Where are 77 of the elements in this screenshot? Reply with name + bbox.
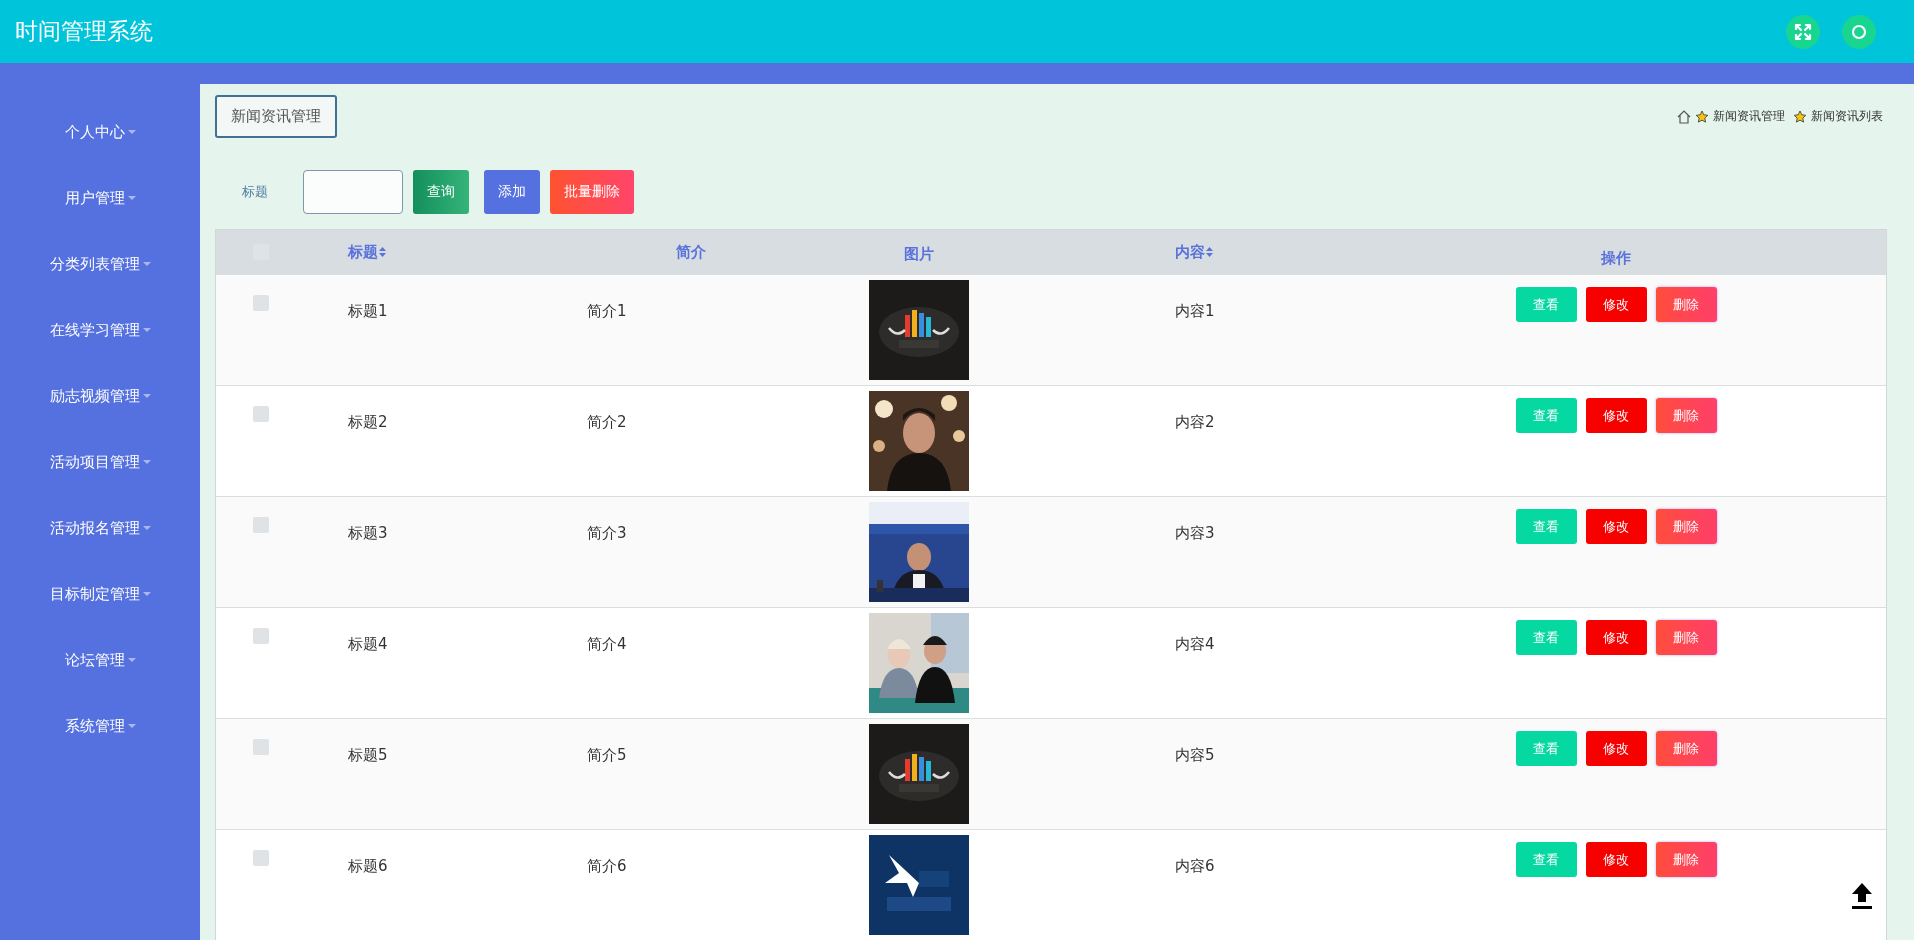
caret-icon bbox=[142, 460, 151, 464]
delete-button[interactable]: 批量删除 bbox=[550, 170, 634, 214]
caret-icon bbox=[127, 130, 136, 134]
sidebar-item[interactable]: 用户管理 bbox=[0, 165, 200, 231]
checkbox[interactable] bbox=[253, 850, 269, 866]
delete-button[interactable]: 删除 bbox=[1655, 287, 1717, 322]
home-icon[interactable] bbox=[1677, 109, 1691, 124]
edit-button[interactable]: 修改 bbox=[1585, 287, 1647, 322]
table-cell-text: 标题5 bbox=[347, 745, 389, 766]
sidebar-item[interactable]: 在线学习管理 bbox=[0, 297, 200, 363]
sidebar-item[interactable]: 个人中心 bbox=[0, 99, 200, 165]
sidebar-item[interactable]: 活动项目管理 bbox=[0, 429, 200, 495]
table-cell-text: 简介6 bbox=[586, 856, 628, 877]
table-cell-text: 简介2 bbox=[586, 412, 628, 433]
caret-icon bbox=[127, 658, 136, 662]
edit-button[interactable]: 修改 bbox=[1585, 842, 1647, 877]
sidebar-item[interactable]: 论坛管理 bbox=[0, 627, 200, 693]
sidebar-item[interactable]: 目标制定管理 bbox=[0, 561, 200, 627]
delete-button[interactable]: 删除 bbox=[1655, 842, 1717, 877]
checkbox[interactable] bbox=[253, 517, 269, 533]
table-cell-text: 标题6 bbox=[347, 856, 389, 877]
edit-button[interactable]: 修改 bbox=[1585, 509, 1647, 544]
fullscreen-icon[interactable] bbox=[1786, 14, 1820, 49]
star-icon bbox=[1793, 109, 1807, 124]
sidebar-item[interactable]: 系统管理 bbox=[0, 693, 200, 759]
caret-icon bbox=[142, 394, 151, 398]
table-cell-text: 内容6 bbox=[1174, 856, 1216, 877]
add-button[interactable]: 添加 bbox=[484, 170, 540, 214]
caret-icon bbox=[127, 196, 136, 200]
checkbox[interactable] bbox=[253, 295, 269, 311]
app-title: 时间管理系统 bbox=[15, 17, 153, 46]
caret-icon bbox=[142, 262, 151, 266]
table-cell-text: 内容3 bbox=[1174, 523, 1216, 544]
delete-button[interactable]: 删除 bbox=[1655, 620, 1717, 655]
caret-icon bbox=[142, 328, 151, 332]
delete-button[interactable]: 删除 bbox=[1655, 509, 1717, 544]
ring-icon[interactable] bbox=[1842, 14, 1876, 49]
star-icon bbox=[1695, 109, 1709, 124]
search-button[interactable]: 查询 bbox=[413, 170, 469, 214]
checkbox[interactable] bbox=[253, 739, 269, 755]
table-cell-text: 内容2 bbox=[1174, 412, 1216, 433]
caret-icon bbox=[142, 526, 151, 530]
table-cell-text: 标题1 bbox=[347, 301, 389, 322]
column-header[interactable]: 内容 bbox=[1175, 242, 1213, 262]
table-cell-text: 简介5 bbox=[586, 745, 628, 766]
sidebar-item[interactable]: 分类列表管理 bbox=[0, 231, 200, 297]
checkbox[interactable] bbox=[253, 406, 269, 422]
table-cell-text: 标题3 bbox=[347, 523, 389, 544]
edit-button[interactable]: 修改 bbox=[1585, 620, 1647, 655]
delete-button[interactable]: 删除 bbox=[1655, 731, 1717, 766]
column-header[interactable]: 操作 bbox=[1601, 248, 1631, 268]
sidebar-item[interactable]: 活动报名管理 bbox=[0, 495, 200, 561]
table-cell-text: 简介1 bbox=[586, 301, 628, 322]
table-cell-text: 标题4 bbox=[347, 634, 389, 655]
delete-button[interactable]: 删除 bbox=[1655, 398, 1717, 433]
sort-icon[interactable] bbox=[1206, 247, 1213, 257]
sort-icon[interactable] bbox=[379, 247, 386, 257]
caret-icon bbox=[142, 592, 151, 596]
table-cell-text: 标题2 bbox=[347, 412, 389, 433]
column-header[interactable]: 标题 bbox=[348, 242, 386, 262]
caret-icon bbox=[127, 724, 136, 728]
breadcrumb-item[interactable]: 新闻资讯管理 bbox=[1713, 108, 1785, 125]
page-title: 新闻资讯管理 bbox=[215, 95, 337, 138]
table-cell-text: 内容1 bbox=[1174, 301, 1216, 322]
table-cell-text: 内容5 bbox=[1174, 745, 1216, 766]
checkbox[interactable] bbox=[253, 628, 269, 644]
search-label: 标题 bbox=[242, 183, 269, 201]
search-field[interactable] bbox=[303, 170, 403, 214]
breadcrumb-item[interactable]: 新闻资讯列表 bbox=[1811, 108, 1883, 125]
column-header[interactable]: 图片 bbox=[904, 245, 934, 264]
table-cell-text: 简介3 bbox=[586, 523, 628, 544]
sidebar-item[interactable]: 励志视频管理 bbox=[0, 363, 200, 429]
column-header[interactable]: 简介 bbox=[676, 242, 706, 262]
table-cell-text: 简介4 bbox=[586, 634, 628, 655]
edit-button[interactable]: 修改 bbox=[1585, 731, 1647, 766]
edit-button[interactable]: 修改 bbox=[1585, 398, 1647, 433]
table-cell-text: 内容4 bbox=[1174, 634, 1216, 655]
